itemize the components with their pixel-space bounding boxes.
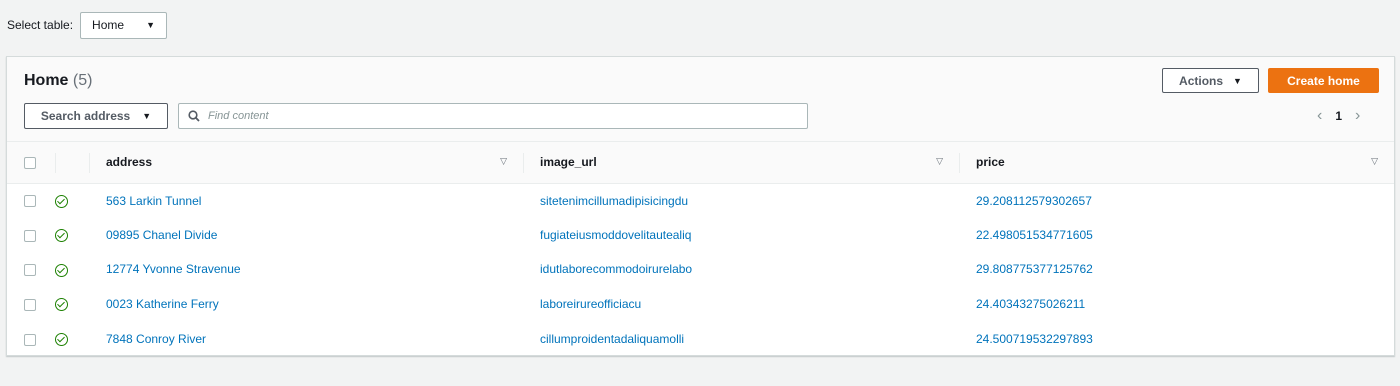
- create-home-button[interactable]: Create home: [1268, 68, 1379, 93]
- sort-icon[interactable]: ▽: [500, 156, 507, 167]
- address-cell: 09895 Chanel Divide: [89, 218, 523, 253]
- search-input[interactable]: [208, 105, 807, 127]
- pagination: ‹ 1 ›: [1317, 106, 1360, 126]
- column-divider: [523, 153, 524, 173]
- row-select-cell: [7, 287, 55, 322]
- address-cell: 7848 Conroy River: [89, 321, 523, 356]
- panel-title-text: Home: [24, 72, 69, 89]
- column-divider: [55, 153, 56, 173]
- price-cell: 29.208112579302657: [959, 183, 1394, 218]
- image-url-cell: idutlaborecommodoirurelabo: [523, 252, 959, 287]
- sort-icon[interactable]: ▽: [936, 156, 943, 167]
- table-panel: Home (5) Actions ▼ Create home Search ad…: [6, 56, 1395, 356]
- select-all-cell: [7, 142, 55, 183]
- table-row[interactable]: 09895 Chanel Divide fugiateiusmoddovelit…: [7, 218, 1394, 253]
- panel-count: (5): [72, 72, 93, 89]
- row-status-cell: [55, 183, 89, 218]
- search-box: [178, 103, 808, 129]
- image-url-link[interactable]: fugiateiusmoddovelitautealiq: [540, 228, 691, 242]
- address-link[interactable]: 09895 Chanel Divide: [106, 228, 217, 242]
- page-number[interactable]: 1: [1335, 109, 1342, 123]
- address-cell: 563 Larkin Tunnel: [89, 183, 523, 218]
- actions-button-label: Actions: [1179, 73, 1224, 88]
- column-divider: [89, 153, 90, 173]
- row-status-cell: [55, 252, 89, 287]
- check-circle-icon: [55, 194, 68, 208]
- column-header-label: image_url: [540, 155, 597, 170]
- create-home-button-label: Create home: [1287, 73, 1360, 88]
- column-header-label: price: [976, 155, 1005, 170]
- address-link[interactable]: 12774 Yvonne Stravenue: [106, 262, 241, 276]
- column-header-address[interactable]: address ▽: [89, 142, 523, 183]
- address-link[interactable]: 7848 Conroy River: [106, 332, 206, 346]
- table-select-label: Select table:: [7, 18, 74, 32]
- table-select-bar: Select table: Home ▼: [0, 0, 1400, 50]
- image-url-cell: fugiateiusmoddovelitautealiq: [523, 218, 959, 253]
- price-link[interactable]: 24.500719532297893: [976, 332, 1093, 346]
- table-row[interactable]: 0023 Katherine Ferry laboreirureofficiac…: [7, 287, 1394, 322]
- address-link[interactable]: 0023 Katherine Ferry: [106, 297, 219, 311]
- caret-down-icon: ▼: [142, 111, 152, 121]
- row-select-cell: [7, 218, 55, 253]
- panel-title: Home (5): [24, 72, 92, 90]
- row-select-cell: [7, 183, 55, 218]
- row-select-cell: [7, 252, 55, 287]
- row-checkbox[interactable]: [24, 229, 36, 242]
- image-url-link[interactable]: laboreirureofficiacu: [540, 297, 641, 311]
- check-circle-icon: [55, 332, 68, 346]
- column-header-image-url[interactable]: image_url ▽: [523, 142, 959, 183]
- chevron-right-icon[interactable]: ›: [1355, 107, 1360, 125]
- caret-down-icon: ▼: [146, 20, 156, 30]
- column-header-price[interactable]: price ▽: [959, 142, 1394, 183]
- table-select-dropdown[interactable]: Home ▼: [80, 11, 168, 39]
- image-url-link[interactable]: sitetenimcillumadipisicingdu: [540, 194, 688, 208]
- check-circle-icon: [55, 263, 68, 277]
- image-url-cell: cillumproidentadaliquamolli: [523, 321, 959, 356]
- row-select-cell: [7, 321, 55, 356]
- data-table: address ▽ image_url ▽ price ▽ 563 Larkin…: [7, 142, 1394, 356]
- chevron-left-icon[interactable]: ‹: [1317, 107, 1322, 125]
- search-icon: [188, 110, 200, 122]
- price-cell: 24.500719532297893: [959, 321, 1394, 356]
- row-status-cell: [55, 287, 89, 322]
- caret-down-icon: ▼: [1233, 75, 1242, 86]
- price-cell: 22.498051534771605: [959, 218, 1394, 253]
- row-checkbox[interactable]: [24, 333, 36, 346]
- table-row[interactable]: 12774 Yvonne Stravenue idutlaborecommodo…: [7, 252, 1394, 287]
- address-link[interactable]: 563 Larkin Tunnel: [106, 194, 201, 208]
- row-status-cell: [55, 218, 89, 253]
- row-checkbox[interactable]: [24, 298, 36, 311]
- status-header-cell: [55, 142, 89, 183]
- image-url-link[interactable]: idutlaborecommodoirurelabo: [540, 262, 692, 276]
- price-link[interactable]: 29.808775377125762: [976, 262, 1093, 276]
- price-link[interactable]: 22.498051534771605: [976, 228, 1093, 242]
- price-cell: 29.808775377125762: [959, 252, 1394, 287]
- search-property-label: Search address: [40, 109, 131, 123]
- price-link[interactable]: 29.208112579302657: [976, 194, 1092, 208]
- table-header-row: address ▽ image_url ▽ price ▽: [7, 142, 1394, 183]
- row-checkbox[interactable]: [24, 195, 36, 208]
- address-cell: 0023 Katherine Ferry: [89, 287, 523, 322]
- sort-icon[interactable]: ▽: [1371, 156, 1378, 167]
- image-url-cell: sitetenimcillumadipisicingdu: [523, 183, 959, 218]
- image-url-link[interactable]: cillumproidentadaliquamolli: [540, 332, 684, 346]
- address-cell: 12774 Yvonne Stravenue: [89, 252, 523, 287]
- table-row[interactable]: 563 Larkin Tunnel sitetenimcillumadipisi…: [7, 183, 1394, 218]
- price-link[interactable]: 24.40343275026211: [976, 297, 1085, 311]
- actions-button[interactable]: Actions ▼: [1162, 68, 1259, 93]
- check-circle-icon: [55, 298, 68, 312]
- select-all-checkbox[interactable]: [24, 157, 36, 170]
- check-circle-icon: [55, 229, 68, 243]
- price-cell: 24.40343275026211: [959, 287, 1394, 322]
- search-property-dropdown[interactable]: Search address ▼: [24, 103, 168, 129]
- column-header-label: address: [106, 155, 153, 170]
- image-url-cell: laboreirureofficiacu: [523, 287, 959, 322]
- table-row[interactable]: 7848 Conroy River cillumproidentadaliqua…: [7, 321, 1394, 356]
- table-select-value: Home: [92, 18, 125, 32]
- column-divider: [959, 153, 960, 173]
- row-checkbox[interactable]: [24, 264, 36, 277]
- row-status-cell: [55, 321, 89, 356]
- panel-header: Home (5) Actions ▼ Create home Search ad…: [7, 57, 1394, 142]
